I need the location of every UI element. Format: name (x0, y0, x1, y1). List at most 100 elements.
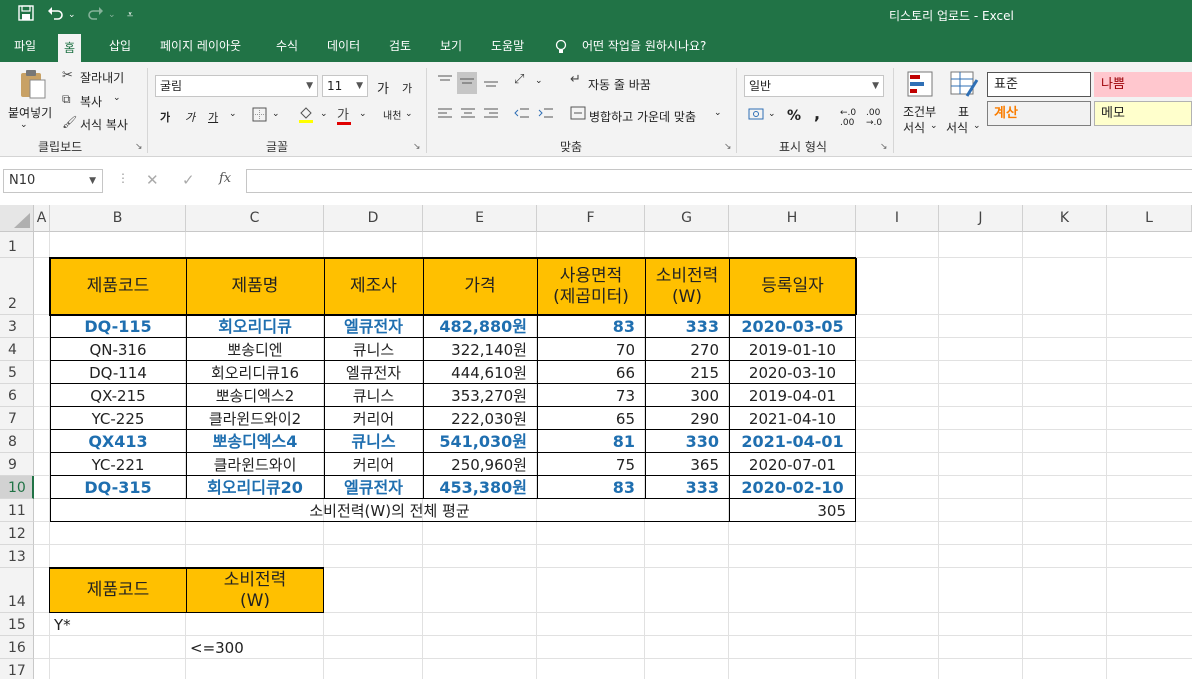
grow-font-button[interactable]: 가 (377, 78, 389, 97)
style-note[interactable]: 메모 (1094, 101, 1192, 126)
table-cell[interactable]: 2020-03-10 (729, 361, 856, 384)
table-cell[interactable]: YC-225 (50, 407, 186, 430)
table-cell[interactable]: DQ-315 (50, 476, 186, 499)
table-header-cell[interactable]: 소비전력 (W) (645, 258, 729, 315)
underline-dropdown-icon[interactable]: ⌄ (229, 109, 237, 119)
alignment-launcher-icon[interactable]: ↘ (724, 142, 732, 152)
decrease-indent-icon[interactable] (514, 108, 530, 124)
font-color-dropdown-icon[interactable]: ⌄ (359, 109, 367, 119)
table-cell[interactable]: QN-316 (50, 338, 186, 361)
criteria-cell[interactable]: <=300 (186, 636, 324, 659)
table-cell[interactable]: 뽀송디엑스2 (186, 384, 324, 407)
table-cell[interactable]: 250,960원 (423, 453, 537, 476)
table-cell[interactable]: 회오리디큐20 (186, 476, 324, 499)
orientation-icon[interactable]: ⤢ (514, 72, 524, 87)
criteria-header-cell[interactable]: 소비전력 (W) (186, 568, 324, 613)
format-painter-button[interactable]: 서식 복사 (80, 116, 128, 133)
table-cell[interactable]: 222,030원 (423, 407, 537, 430)
format-as-table-button-line2[interactable]: 서식 (946, 119, 968, 136)
currency-icon[interactable] (748, 107, 764, 125)
table-header-cell[interactable]: 가격 (423, 258, 537, 315)
table-cell[interactable]: 73 (537, 384, 645, 407)
border-dropdown-icon[interactable]: ⌄ (272, 109, 280, 119)
table-cell[interactable]: 541,030원 (423, 430, 537, 453)
table-cell[interactable]: 2021-04-10 (729, 407, 856, 430)
cancel-button[interactable]: ✕ (146, 171, 159, 189)
table-cell[interactable]: 2019-01-10 (729, 338, 856, 361)
merge-center-button[interactable]: 병합하고 가운데 맞춤 (589, 108, 696, 125)
table-cell[interactable]: DQ-114 (50, 361, 186, 384)
row-header-11[interactable]: 11 (0, 499, 34, 522)
conditional-format-button-line2[interactable]: 서식 (903, 119, 925, 136)
column-header-e[interactable]: E (423, 205, 537, 232)
tell-me-search[interactable]: 어떤 작업을 원하시나요? (582, 31, 706, 62)
customize-qat-icon[interactable]: ⩡ (127, 8, 133, 22)
column-header-b[interactable]: B (50, 205, 186, 232)
table-header-cell[interactable]: 제품코드 (50, 258, 186, 315)
align-middle-icon[interactable] (457, 72, 477, 94)
table-cell[interactable]: QX-215 (50, 384, 186, 407)
table-cell[interactable]: 뽀송디엑스4 (186, 430, 324, 453)
row-header-15[interactable]: 15 (0, 613, 34, 636)
row-header-9[interactable]: 9 (0, 453, 34, 476)
tab-data[interactable]: 데이터 (327, 31, 360, 62)
table-header-cell[interactable]: 제품명 (186, 258, 324, 315)
table-cell[interactable]: 클라윈드와이 (186, 453, 324, 476)
align-top-icon[interactable] (437, 74, 453, 92)
conditional-format-button[interactable]: 조건부 (903, 103, 936, 120)
insert-function-button[interactable]: fx (219, 171, 231, 186)
table-cell[interactable]: 270 (645, 338, 729, 361)
table-cell[interactable]: 333 (645, 315, 729, 338)
conditional-dropdown-icon[interactable]: ⌄ (930, 121, 938, 131)
tab-help[interactable]: 도움말 (491, 31, 524, 62)
font-color-icon[interactable]: 가 (337, 104, 351, 125)
table-cell[interactable]: 클라윈드와이2 (186, 407, 324, 430)
increase-decimal-icon[interactable]: ←.0.00 (840, 108, 856, 128)
row-header-1[interactable]: 1 (0, 232, 34, 258)
table-cell[interactable]: 70 (537, 338, 645, 361)
table-cell[interactable]: 330 (645, 430, 729, 453)
table-cell[interactable]: 2020-02-10 (729, 476, 856, 499)
table-cell[interactable]: 322,140원 (423, 338, 537, 361)
row-header-3[interactable]: 3 (0, 315, 34, 338)
tab-insert[interactable]: 삽입 (109, 31, 131, 62)
fill-dropdown-icon[interactable]: ⌄ (320, 109, 328, 119)
undo-icon[interactable] (47, 5, 65, 25)
increase-indent-icon[interactable] (538, 108, 554, 124)
table-cell[interactable]: 커리어 (324, 407, 423, 430)
redo-dropdown-icon[interactable]: ⌄ (108, 10, 116, 20)
table-cell[interactable]: 83 (537, 315, 645, 338)
style-calculation[interactable]: 계산 (987, 101, 1091, 126)
row-header-2[interactable]: 2 (0, 258, 34, 315)
tab-review[interactable]: 검토 (389, 31, 411, 62)
underline-button[interactable]: 가 (208, 109, 218, 125)
redo-icon[interactable] (86, 5, 104, 25)
style-normal[interactable]: 표준 (987, 72, 1091, 97)
paste-button[interactable]: 붙여넣기 (8, 104, 52, 121)
phonetic-dropdown-icon[interactable]: ⌄ (405, 109, 413, 119)
row-header-7[interactable]: 7 (0, 407, 34, 430)
table-cell[interactable]: 81 (537, 430, 645, 453)
font-launcher-icon[interactable]: ↘ (413, 142, 421, 152)
paste-dropdown-icon[interactable]: ⌄ (20, 120, 28, 130)
table-cell[interactable]: 333 (645, 476, 729, 499)
criteria-cell[interactable]: Y* (50, 613, 186, 636)
table-cell[interactable]: 215 (645, 361, 729, 384)
font-name-dropdown[interactable]: 굴림 ▼ (155, 75, 318, 97)
copy-dropdown-icon[interactable]: ⌄ (113, 93, 121, 103)
criteria-header-cell[interactable]: 제품코드 (50, 568, 186, 613)
column-header-k[interactable]: K (1023, 205, 1107, 232)
tab-view[interactable]: 보기 (440, 31, 462, 62)
italic-button[interactable]: 가 (185, 109, 195, 125)
merge-dropdown-icon[interactable]: ⌄ (714, 108, 722, 118)
table-cell[interactable]: 커리어 (324, 453, 423, 476)
table-cell[interactable]: YC-221 (50, 453, 186, 476)
table-cell[interactable]: 2019-04-01 (729, 384, 856, 407)
summary-label-cell[interactable]: 소비전력(W)의 전체 평균 (50, 499, 729, 522)
border-icon[interactable] (252, 107, 267, 126)
table-cell[interactable]: 290 (645, 407, 729, 430)
table-header-cell[interactable]: 제조사 (324, 258, 423, 315)
table-cell[interactable]: 482,880원 (423, 315, 537, 338)
row-header-8[interactable]: 8 (0, 430, 34, 453)
column-header-l[interactable]: L (1107, 205, 1192, 232)
